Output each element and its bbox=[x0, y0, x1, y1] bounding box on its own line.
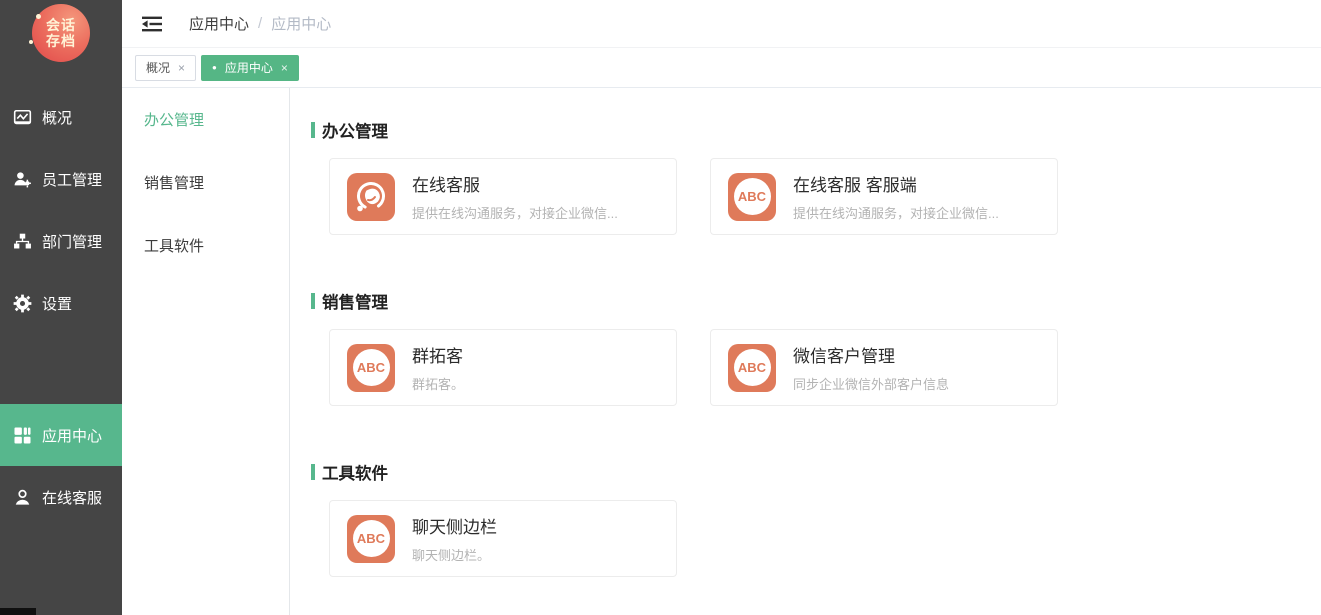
app-description: 提供在线沟通服务，对接企业微信... bbox=[793, 203, 999, 222]
app-card-chat-sidebar[interactable]: ABC 聊天侧边栏 聊天侧边栏。 bbox=[329, 500, 677, 577]
sidebar-item-label: 概况 bbox=[42, 107, 72, 128]
abc-label: ABC bbox=[738, 189, 766, 204]
category-label: 办公管理 bbox=[144, 109, 204, 130]
abc-label: ABC bbox=[357, 360, 385, 375]
abc-circle: ABC bbox=[734, 349, 771, 386]
sidebar-item-label: 在线客服 bbox=[42, 487, 102, 508]
sidebar-item-label: 应用中心 bbox=[42, 425, 102, 446]
section-header: 办公管理 bbox=[311, 118, 1321, 142]
app-card-wechat-crm[interactable]: ABC 微信客户管理 同步企业微信外部客户信息 bbox=[710, 329, 1058, 406]
section-sales: 销售管理 ABC 群拓客 群拓客。 bbox=[311, 289, 1321, 406]
card-row: ABC 群拓客 群拓客。 ABC bbox=[329, 329, 1321, 406]
primary-nav: 概况 员工管理 部门管理 设置 应用中心 bbox=[0, 86, 122, 528]
app-description: 提供在线沟通服务，对接企业微信... bbox=[412, 203, 618, 222]
section-header: 销售管理 bbox=[311, 289, 1321, 313]
abc-app-icon: ABC bbox=[728, 173, 776, 221]
tab-bar: 概况 × ● 应用中心 × bbox=[122, 48, 1321, 88]
section-accent-bar bbox=[311, 464, 315, 480]
app-description: 同步企业微信外部客户信息 bbox=[793, 374, 949, 393]
abc-circle: ABC bbox=[734, 178, 771, 215]
collapse-menu-icon[interactable] bbox=[140, 14, 164, 34]
abc-app-icon: ABC bbox=[347, 344, 395, 392]
app-logo: 会话 存档 bbox=[32, 4, 90, 62]
app-description: 群拓客。 bbox=[412, 374, 464, 393]
card-text: 群拓客 群拓客。 bbox=[412, 342, 464, 393]
breadcrumb-page: 应用中心 bbox=[271, 13, 331, 34]
section-office: 办公管理 在线客服 提供在线沟通服务，对接企业微信... bbox=[311, 118, 1321, 235]
app-name: 群拓客 bbox=[412, 342, 464, 367]
primary-sidebar: 会话 存档 概况 员工管理 部门管理 设置 bbox=[0, 0, 122, 615]
apps-icon bbox=[13, 426, 32, 445]
sidebar-item-app-center[interactable]: 应用中心 bbox=[0, 404, 122, 466]
tab-label: 概况 bbox=[146, 59, 170, 76]
app-card-group-customer[interactable]: ABC 群拓客 群拓客。 bbox=[329, 329, 677, 406]
card-row: 在线客服 提供在线沟通服务，对接企业微信... ABC 在线客服 客服端 提 bbox=[329, 158, 1321, 235]
abc-circle: ABC bbox=[353, 349, 390, 386]
close-icon[interactable]: × bbox=[178, 62, 185, 74]
main-column: 应用中心 / 应用中心 概况 × ● 应用中心 × 办公管理 销售管理 工具软件 bbox=[122, 0, 1321, 615]
close-icon[interactable]: × bbox=[281, 62, 288, 74]
work-area: 办公管理 销售管理 工具软件 办公管理 bbox=[122, 88, 1321, 615]
sidebar-scrollbar-thumb[interactable] bbox=[0, 608, 36, 615]
section-header: 工具软件 bbox=[311, 460, 1321, 484]
department-icon bbox=[13, 232, 32, 251]
section-title: 工具软件 bbox=[322, 460, 388, 484]
app-description: 聊天侧边栏。 bbox=[412, 545, 497, 564]
abc-circle: ABC bbox=[353, 520, 390, 557]
app-card-online-service[interactable]: 在线客服 提供在线沟通服务，对接企业微信... bbox=[329, 158, 677, 235]
category-item-office[interactable]: 办公管理 bbox=[122, 88, 289, 151]
employee-icon bbox=[13, 170, 32, 189]
headset-icon bbox=[347, 173, 395, 221]
active-dot-icon: ● bbox=[212, 64, 217, 72]
section-title: 办公管理 bbox=[322, 118, 388, 142]
sidebar-item-departments[interactable]: 部门管理 bbox=[0, 210, 122, 272]
app-name: 微信客户管理 bbox=[793, 342, 949, 367]
logo-sparkle-icon bbox=[36, 14, 41, 19]
sidebar-item-overview[interactable]: 概况 bbox=[0, 86, 122, 148]
section-accent-bar bbox=[311, 293, 315, 309]
sidebar-item-employees[interactable]: 员工管理 bbox=[0, 148, 122, 210]
app-card-online-service-agent[interactable]: ABC 在线客服 客服端 提供在线沟通服务，对接企业微信... bbox=[710, 158, 1058, 235]
section-accent-bar bbox=[311, 122, 315, 138]
chart-icon bbox=[13, 108, 32, 127]
tab-label: 应用中心 bbox=[225, 59, 273, 76]
sidebar-item-label: 员工管理 bbox=[42, 169, 102, 190]
breadcrumb-separator: / bbox=[258, 15, 262, 32]
sidebar-item-label: 设置 bbox=[42, 293, 72, 314]
section-title: 销售管理 bbox=[322, 289, 388, 313]
card-text: 在线客服 客服端 提供在线沟通服务，对接企业微信... bbox=[793, 171, 999, 222]
sidebar-item-online-service[interactable]: 在线客服 bbox=[0, 466, 122, 528]
app-list-content: 办公管理 在线客服 提供在线沟通服务，对接企业微信... bbox=[290, 88, 1321, 615]
logo-text-line2: 存档 bbox=[46, 33, 76, 49]
card-text: 聊天侧边栏 聊天侧边栏。 bbox=[412, 513, 497, 564]
section-tools: 工具软件 ABC 聊天侧边栏 聊天侧边栏。 bbox=[311, 460, 1321, 577]
tab-overview[interactable]: 概况 × bbox=[135, 55, 196, 81]
logo-text-line1: 会话 bbox=[46, 17, 76, 33]
abc-label: ABC bbox=[738, 360, 766, 375]
card-row: ABC 聊天侧边栏 聊天侧边栏。 bbox=[329, 500, 1321, 577]
category-item-tools[interactable]: 工具软件 bbox=[122, 214, 289, 277]
app-name: 在线客服 客服端 bbox=[793, 171, 999, 196]
logo-sparkle-icon bbox=[29, 40, 33, 44]
category-item-sales[interactable]: 销售管理 bbox=[122, 151, 289, 214]
category-sidebar: 办公管理 销售管理 工具软件 bbox=[122, 88, 290, 615]
app-name: 聊天侧边栏 bbox=[412, 513, 497, 538]
category-label: 销售管理 bbox=[144, 172, 204, 193]
gear-icon bbox=[13, 294, 32, 313]
sidebar-item-label: 部门管理 bbox=[42, 231, 102, 252]
breadcrumb-root[interactable]: 应用中心 bbox=[189, 13, 249, 34]
nav-spacer bbox=[0, 334, 122, 404]
card-text: 微信客户管理 同步企业微信外部客户信息 bbox=[793, 342, 949, 393]
abc-app-icon: ABC bbox=[728, 344, 776, 392]
abc-app-icon: ABC bbox=[347, 515, 395, 563]
top-bar: 应用中心 / 应用中心 bbox=[122, 0, 1321, 48]
user-icon bbox=[13, 488, 32, 507]
abc-label: ABC bbox=[357, 531, 385, 546]
sidebar-item-settings[interactable]: 设置 bbox=[0, 272, 122, 334]
category-label: 工具软件 bbox=[144, 235, 204, 256]
tab-app-center[interactable]: ● 应用中心 × bbox=[201, 55, 299, 81]
breadcrumb: 应用中心 / 应用中心 bbox=[189, 13, 331, 34]
card-text: 在线客服 提供在线沟通服务，对接企业微信... bbox=[412, 171, 618, 222]
app-name: 在线客服 bbox=[412, 171, 618, 196]
